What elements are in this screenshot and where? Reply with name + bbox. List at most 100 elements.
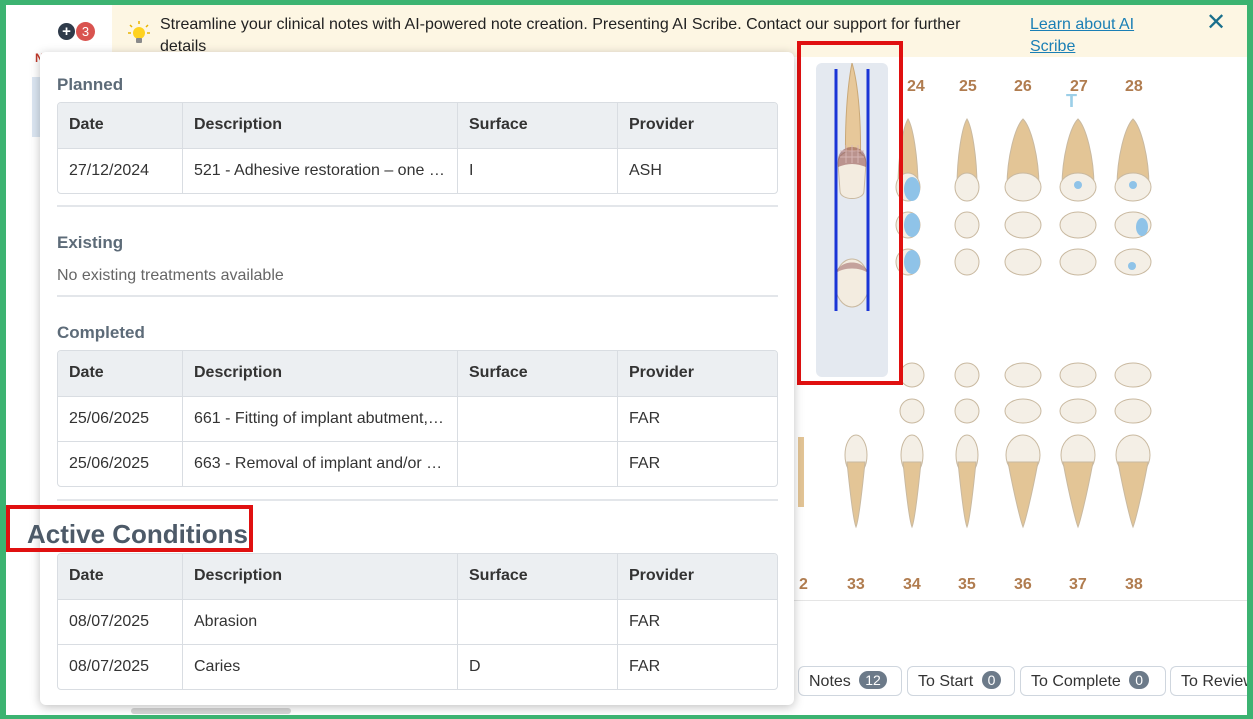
tooth-number[interactable]: 2 xyxy=(799,576,808,594)
planned-title: Planned xyxy=(57,75,124,94)
tab-notes-label: Notes xyxy=(809,673,851,690)
table-row[interactable]: 08/07/2025 Abrasion FAR xyxy=(58,599,777,644)
active-conditions-table: Date Description Surface Provider 08/07/2025… xyxy=(57,553,778,690)
section-divider xyxy=(57,205,778,207)
table-cell: I xyxy=(457,149,617,193)
tab-to-review[interactable]: To Review xyxy=(1170,666,1247,696)
close-icon[interactable]: ✕ xyxy=(1206,9,1226,37)
lightbulb-icon xyxy=(128,21,150,43)
tooth-number[interactable]: 34 xyxy=(903,576,921,594)
lower-tooth-root xyxy=(1062,461,1094,529)
upper-tooth-crown xyxy=(1004,172,1042,202)
column-header: Date xyxy=(69,116,104,133)
table-cell xyxy=(457,397,617,441)
tooth-number[interactable]: 37 xyxy=(1069,576,1087,594)
selected-tooth-detail[interactable] xyxy=(816,62,888,377)
occlusal-view xyxy=(1059,362,1097,388)
column-header: Surface xyxy=(457,554,617,599)
table-cell: 08/07/2025 xyxy=(69,613,150,630)
table-cell: FAR xyxy=(617,600,777,644)
restoration-mark xyxy=(1129,181,1137,189)
table-cell: FAR xyxy=(617,645,777,689)
table-cell: 663 - Removal of implant and/or abutment xyxy=(182,442,457,486)
learn-about-ai-scribe-link[interactable]: Learn about AI Scribe xyxy=(1030,14,1160,58)
tooth-number[interactable]: 35 xyxy=(958,576,976,594)
column-header: Surface xyxy=(457,103,617,148)
horizontal-scrollbar[interactable] xyxy=(131,708,291,714)
lower-tooth-root xyxy=(957,461,977,529)
table-cell: FAR xyxy=(617,397,777,441)
column-header: Surface xyxy=(457,351,617,396)
tab-to-review-label: To Review xyxy=(1181,673,1247,690)
tooth-number[interactable]: 26 xyxy=(1014,78,1032,96)
lower-tooth-root xyxy=(798,437,804,507)
tab-notes[interactable]: Notes 12 xyxy=(798,666,902,696)
tooth-detail-illustration xyxy=(834,62,870,311)
tab-to-complete[interactable]: To Complete 0 xyxy=(1020,666,1166,696)
restoration-mark xyxy=(904,250,920,274)
occlusal-view xyxy=(1059,248,1097,276)
tab-to-start-count: 0 xyxy=(981,671,1002,689)
lower-tooth-root xyxy=(1007,461,1039,529)
occlusal-view xyxy=(1114,248,1152,276)
lower-tooth-root xyxy=(846,461,866,529)
table-cell: 27/12/2024 xyxy=(69,162,150,179)
table-cell: 661 - Fitting of implant abutment, per a… xyxy=(182,397,457,441)
occlusal-view xyxy=(1059,398,1097,424)
ai-scribe-banner: Streamline your clinical notes with AI-p… xyxy=(112,5,1247,58)
table-cell: ASH xyxy=(617,149,777,193)
occlusal-view xyxy=(1004,248,1042,276)
table-cell xyxy=(457,600,617,644)
column-header: Description xyxy=(182,554,457,599)
column-header: Description xyxy=(182,103,457,148)
occlusal-view xyxy=(954,248,980,276)
plus-circle-icon[interactable]: + xyxy=(58,23,75,40)
tooth-number[interactable]: 33 xyxy=(847,576,865,594)
tooth-number[interactable]: 25 xyxy=(959,78,977,96)
occlusal-view xyxy=(1004,362,1042,388)
existing-title: Existing xyxy=(57,233,124,252)
column-header: Provider xyxy=(617,554,777,599)
notification-count-badge: 3 xyxy=(76,22,95,41)
completed-title: Completed xyxy=(57,323,145,342)
table-cell xyxy=(457,442,617,486)
tooth-number[interactable]: 28 xyxy=(1125,78,1143,96)
column-header: Provider xyxy=(617,351,777,396)
existing-empty-text: No existing treatments available xyxy=(57,267,284,284)
occlusal-view xyxy=(954,211,980,239)
tab-to-complete-count: 0 xyxy=(1129,671,1150,689)
table-cell: 521 - Adhesive restoration – one surface… xyxy=(182,149,457,193)
occlusal-view xyxy=(1114,398,1152,424)
restoration-mark xyxy=(904,177,920,201)
tooth-number[interactable]: 36 xyxy=(1014,576,1032,594)
lower-tooth-root xyxy=(902,461,922,529)
section-divider xyxy=(57,499,778,501)
column-header: Date xyxy=(69,364,104,381)
restoration-mark xyxy=(904,213,920,237)
table-header-row: Date Description Surface Provider xyxy=(58,103,777,148)
occlusal-view xyxy=(1114,362,1152,388)
table-cell: FAR xyxy=(617,442,777,486)
table-row[interactable]: 25/06/2025 661 - Fitting of implant abutm… xyxy=(58,396,777,441)
table-row[interactable]: 25/06/2025 663 - Removal of implant and/o… xyxy=(58,441,777,486)
section-divider xyxy=(57,295,778,297)
column-header: Provider xyxy=(617,103,777,148)
lower-tooth-root xyxy=(1117,461,1149,529)
tooth-history-popover: Planned Date Description Surface Provider 27… xyxy=(27,52,794,705)
table-cell: 25/06/2025 xyxy=(69,410,150,427)
add-notification-group[interactable]: + 3 xyxy=(58,22,95,41)
occlusal-view xyxy=(1059,211,1097,239)
table-cell: Abrasion xyxy=(182,600,457,644)
tab-to-start[interactable]: To Start 0 xyxy=(907,666,1015,696)
tab-to-complete-label: To Complete xyxy=(1031,673,1121,690)
table-cell: D xyxy=(457,645,617,689)
tooth-number[interactable]: 24 xyxy=(907,78,925,96)
tooth-number[interactable]: 38 xyxy=(1125,576,1143,594)
restoration-mark xyxy=(1074,181,1082,189)
table-row[interactable]: 27/12/2024 521 - Adhesive restoration – o… xyxy=(58,148,777,193)
table-header-row: Date Description Surface Provider xyxy=(58,351,777,396)
tab-to-start-label: To Start xyxy=(918,673,974,690)
table-row[interactable]: 08/07/2025 Caries D FAR xyxy=(58,644,777,689)
tooth-27-marker: T xyxy=(1066,91,1077,111)
occlusal-view xyxy=(1004,211,1042,239)
